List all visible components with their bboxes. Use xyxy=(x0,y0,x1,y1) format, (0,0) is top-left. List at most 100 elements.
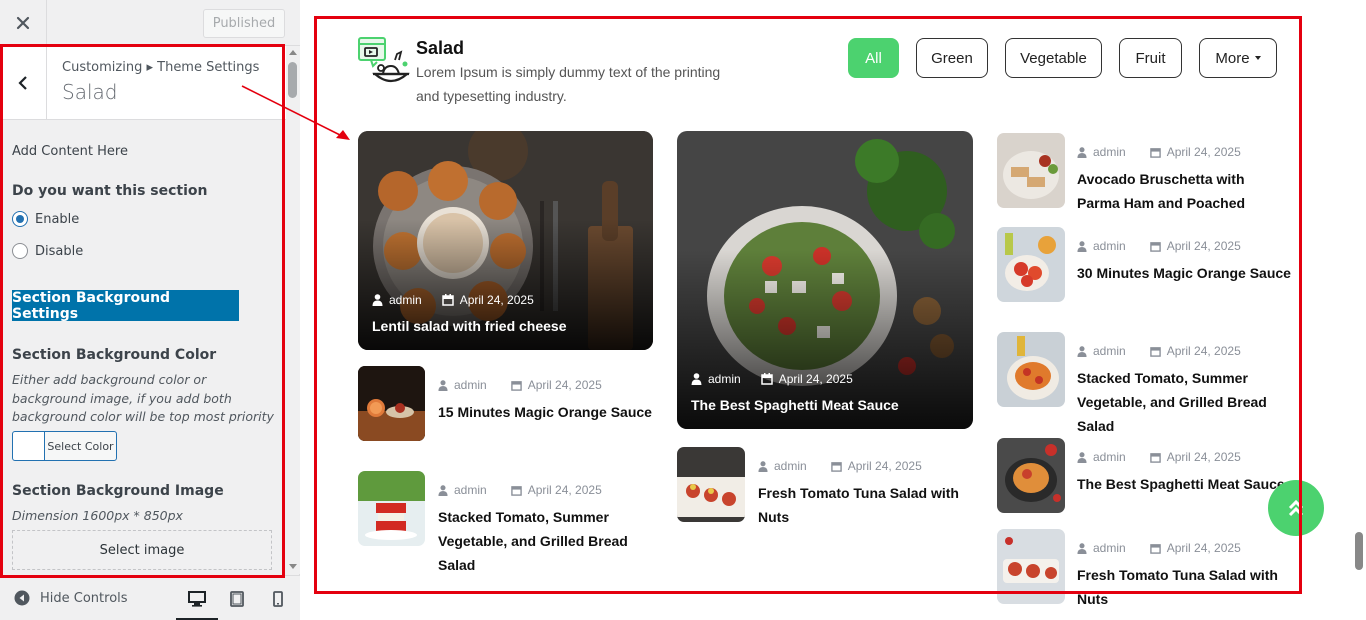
post-author: admin xyxy=(774,459,807,473)
post-author: admin xyxy=(1093,239,1126,253)
orange-sauce-photo xyxy=(358,366,425,441)
preview-mobile-button[interactable] xyxy=(263,588,293,610)
disable-radio[interactable]: Disable xyxy=(12,243,83,259)
published-button[interactable]: Published xyxy=(203,9,285,38)
panel-title: Salad xyxy=(62,80,118,104)
section-description: Lorem Ipsum is simply dummy text of the … xyxy=(416,64,721,104)
hide-controls-button[interactable]: Hide Controls xyxy=(14,590,128,606)
post-thumbnail[interactable] xyxy=(997,133,1065,208)
list-item[interactable]: admin April 24, 2025 Fresh Tomato Tuna S… xyxy=(677,447,977,527)
preview-desktop-button[interactable] xyxy=(176,588,218,620)
scroll-to-top-button[interactable] xyxy=(1268,480,1324,536)
post-meta: admin April 24, 2025 xyxy=(438,378,602,392)
calendar-icon xyxy=(510,380,522,391)
select-image-button[interactable]: Select image xyxy=(12,530,272,570)
filter-green-button[interactable]: Green xyxy=(916,38,988,78)
filter-all-button[interactable]: All xyxy=(848,38,899,78)
select-color-button[interactable]: Select Color xyxy=(12,431,117,461)
preview-scrollbar-thumb[interactable] xyxy=(1355,532,1363,570)
disable-radio-dot[interactable] xyxy=(12,243,28,259)
post-thumbnail[interactable] xyxy=(997,438,1065,513)
tuna-salad-photo xyxy=(997,529,1065,604)
calendar-icon xyxy=(441,294,454,306)
featured-card-lentil[interactable]: admin April 24, 2025 Lentil salad with f… xyxy=(358,131,653,350)
sidebar-scrollbar[interactable] xyxy=(286,46,300,574)
post-title[interactable]: 15 Minutes Magic Orange Sauce xyxy=(438,400,658,424)
filter-more-dropdown[interactable]: More xyxy=(1199,38,1277,78)
post-thumbnail[interactable] xyxy=(997,529,1065,604)
card-author-name: admin xyxy=(389,293,422,307)
preview-tablet-button[interactable] xyxy=(222,588,252,610)
post-thumbnail[interactable] xyxy=(997,227,1065,302)
user-icon xyxy=(1077,146,1087,158)
bg-color-description: Either add background color or backgroun… xyxy=(12,372,274,424)
section-panel: Customizing ▸ Theme Settings Salad Add C… xyxy=(0,46,286,574)
featured-card-spaghetti[interactable]: admin April 24, 2025 The Best Spaghetti … xyxy=(677,131,973,429)
list-item[interactable]: admin April 24, 2025 Avocado Bruschetta … xyxy=(997,133,1297,213)
post-meta: admin April 24, 2025 xyxy=(1077,145,1241,159)
desktop-icon xyxy=(188,591,206,607)
scroll-up-arrow[interactable] xyxy=(289,50,297,55)
calendar-icon xyxy=(1149,452,1161,463)
post-meta: admin April 24, 2025 xyxy=(758,459,922,473)
post-thumbnail[interactable] xyxy=(997,332,1065,407)
chevron-down-icon xyxy=(1254,56,1261,60)
scroll-down-arrow[interactable] xyxy=(289,564,297,569)
card-author: admin xyxy=(691,372,741,386)
mobile-icon xyxy=(273,591,283,607)
user-icon xyxy=(372,294,383,306)
calendar-icon xyxy=(760,373,773,385)
list-item[interactable]: admin April 24, 2025 15 Minutes Magic Or… xyxy=(358,366,658,442)
list-item[interactable]: admin April 24, 2025 Stacked Tomato, Sum… xyxy=(997,332,1297,434)
section-toggle-heading: Do you want this section xyxy=(12,183,208,199)
scrollbar-thumb[interactable] xyxy=(288,62,297,98)
post-thumbnail[interactable] xyxy=(677,447,745,522)
spaghetti-photo xyxy=(997,438,1065,513)
list-item[interactable]: admin April 24, 2025 30 Minutes Magic Or… xyxy=(997,227,1297,305)
filter-vegetable-button[interactable]: Vegetable xyxy=(1005,38,1102,78)
calendar-icon xyxy=(510,485,522,496)
tuna-salad-photo xyxy=(677,447,745,522)
user-icon xyxy=(438,379,448,391)
back-chevron-icon xyxy=(18,76,27,90)
card-title[interactable]: The Best Spaghetti Meat Sauce xyxy=(691,397,899,413)
calendar-icon xyxy=(1149,543,1161,554)
calendar-icon xyxy=(1149,147,1161,158)
post-author: admin xyxy=(1093,450,1126,464)
post-date: April 24, 2025 xyxy=(1166,239,1241,253)
add-content-label: Add Content Here xyxy=(12,144,128,159)
card-date: April 24, 2025 xyxy=(441,293,534,307)
post-title[interactable]: Fresh Tomato Tuna Salad with Nuts xyxy=(758,481,973,529)
post-date: April 24, 2025 xyxy=(847,459,922,473)
enable-radio-dot[interactable] xyxy=(12,211,28,227)
user-icon xyxy=(1077,345,1087,357)
preview-scrollbar[interactable] xyxy=(1352,0,1366,620)
color-swatch[interactable] xyxy=(13,432,45,460)
list-item[interactable]: admin April 24, 2025 Fresh Tomato Tuna S… xyxy=(997,529,1297,609)
post-title[interactable]: Avocado Bruschetta with Parma Ham and Po… xyxy=(1077,167,1277,215)
section-background-settings-button[interactable]: Section Background Settings xyxy=(12,290,239,322)
card-date-text: April 24, 2025 xyxy=(778,372,853,386)
card-meta: admin April 24, 2025 xyxy=(691,372,853,386)
calendar-icon xyxy=(1149,346,1161,357)
card-title[interactable]: Lentil salad with fried cheese xyxy=(372,318,567,334)
close-customizer-button[interactable] xyxy=(0,0,47,46)
back-button[interactable] xyxy=(0,46,47,120)
post-date: April 24, 2025 xyxy=(527,483,602,497)
post-author: admin xyxy=(1093,344,1126,358)
customizer-header: Published xyxy=(0,0,300,46)
enable-radio[interactable]: Enable xyxy=(12,211,79,227)
post-title[interactable]: Fresh Tomato Tuna Salad with Nuts xyxy=(1077,563,1287,611)
post-thumbnail[interactable] xyxy=(358,366,425,441)
stacked-tomato-photo xyxy=(997,332,1065,407)
list-item[interactable]: admin April 24, 2025 Stacked Tomato, Sum… xyxy=(358,471,658,573)
post-meta: admin April 24, 2025 xyxy=(1077,239,1241,253)
filter-fruit-button[interactable]: Fruit xyxy=(1119,38,1182,78)
stacked-tomato-photo xyxy=(358,471,425,546)
post-title[interactable]: 30 Minutes Magic Orange Sauce xyxy=(1077,261,1307,285)
post-title[interactable]: Stacked Tomato, Summer Vegetable, and Gr… xyxy=(438,505,648,577)
list-item[interactable]: admin April 24, 2025 The Best Spaghetti … xyxy=(997,438,1297,514)
card-date-text: April 24, 2025 xyxy=(459,293,534,307)
post-title[interactable]: Stacked Tomato, Summer Vegetable, and Gr… xyxy=(1077,366,1287,438)
post-thumbnail[interactable] xyxy=(358,471,425,546)
